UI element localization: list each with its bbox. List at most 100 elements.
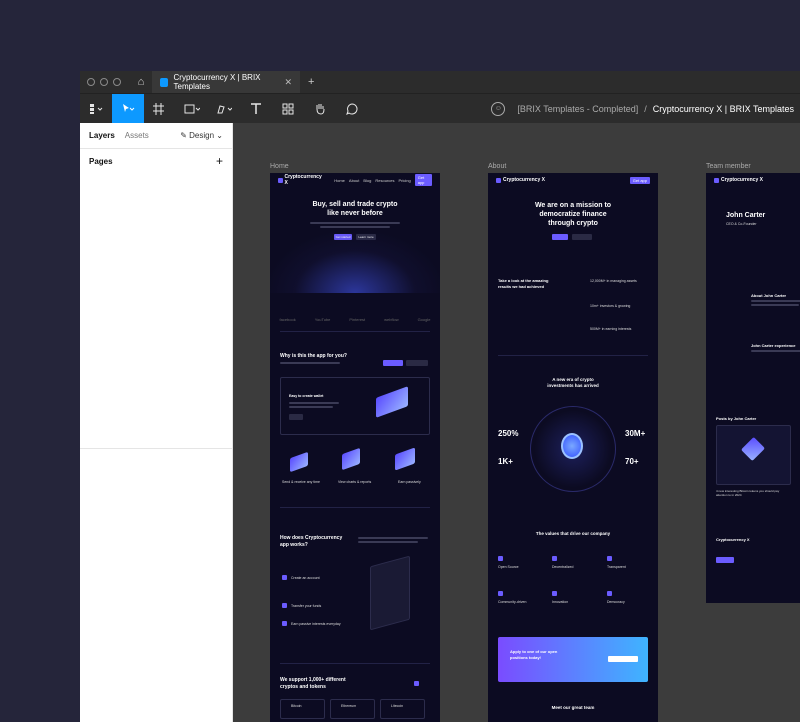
hand-tool-icon[interactable] bbox=[304, 94, 336, 124]
panel-tabs: Layers Assets ✎ Design ⌄ bbox=[80, 123, 232, 149]
coin-card: Litecoin bbox=[380, 699, 425, 719]
cta-button bbox=[608, 656, 638, 662]
about-secondary-button bbox=[572, 234, 592, 240]
frame-label-home[interactable]: Home bbox=[270, 163, 289, 170]
breadcrumb-project[interactable]: [BRIX Templates - Completed] bbox=[517, 104, 638, 114]
coin-card: Bitcoin bbox=[280, 699, 325, 719]
why-secondary-button bbox=[406, 360, 428, 366]
value-label: Transparent bbox=[607, 565, 626, 569]
value-icon bbox=[498, 556, 503, 561]
frame-about[interactable]: Cryptocurrency X Get app We are on a mis… bbox=[488, 173, 658, 722]
ethereum-illustration bbox=[740, 436, 766, 462]
client-logo: Google bbox=[417, 317, 431, 322]
section-divider bbox=[280, 663, 430, 664]
why-primary-button bbox=[383, 360, 403, 366]
feature-label: View charts & reports bbox=[338, 480, 372, 484]
comment-tool-icon[interactable] bbox=[336, 94, 368, 124]
small-stat: 12,000M+ in managing assets bbox=[590, 279, 637, 283]
phone-illustration bbox=[370, 555, 410, 631]
about-logo: Cryptocurrency X bbox=[496, 177, 545, 183]
step-icon bbox=[282, 603, 287, 608]
support-title: We support 1,000+ different cryptos and … bbox=[280, 677, 346, 690]
how-text bbox=[358, 541, 418, 543]
value-label: Community-driven bbox=[498, 600, 527, 604]
chevron-down-icon: ⌄ bbox=[214, 131, 223, 140]
post-image bbox=[716, 425, 791, 485]
pen-tool-icon[interactable] bbox=[208, 94, 240, 124]
big-stat: 250% bbox=[498, 429, 519, 438]
breadcrumb-separator: / bbox=[644, 103, 647, 114]
feature-label: Send & receive any time bbox=[282, 480, 320, 484]
experience-text bbox=[751, 350, 800, 352]
frame-tool-icon[interactable] bbox=[144, 94, 176, 124]
design-label: Design bbox=[189, 131, 215, 140]
about-primary-button bbox=[552, 234, 568, 240]
breadcrumb-file[interactable]: Cryptocurrency X | BRIX Templates bbox=[653, 104, 794, 114]
cta-title: Apply to one of our open positions today… bbox=[510, 649, 558, 660]
feature-illustration bbox=[290, 451, 308, 473]
section-divider bbox=[280, 331, 430, 332]
hero-text-line bbox=[320, 226, 390, 228]
step-icon bbox=[282, 575, 287, 580]
value-icon bbox=[607, 556, 612, 561]
member-role: CEO & Co-Founder bbox=[726, 222, 757, 226]
client-logo: webflow bbox=[384, 317, 399, 322]
home-icon[interactable]: ⌂ bbox=[130, 71, 152, 93]
coin-label: Bitcoin bbox=[291, 704, 302, 708]
value-icon bbox=[552, 591, 557, 596]
wallet-text bbox=[289, 402, 339, 404]
design-dropdown[interactable]: ✎ Design ⌄ bbox=[180, 131, 223, 140]
tab-assets[interactable]: Assets bbox=[125, 131, 149, 140]
close-tab-icon[interactable]: ✕ bbox=[284, 77, 292, 88]
frame-label-about[interactable]: About bbox=[488, 163, 506, 170]
section-divider bbox=[498, 355, 648, 356]
rectangle-tool-icon[interactable] bbox=[176, 94, 208, 124]
layers-panel: Layers Assets ✎ Design ⌄ Pages + bbox=[80, 123, 233, 722]
frame-home[interactable]: Cryptocurrency X Home About Blog Resourc… bbox=[270, 173, 440, 722]
feature-label: Earn passively bbox=[398, 480, 421, 484]
new-tab-button[interactable]: + bbox=[300, 76, 314, 88]
minimize-window-button[interactable] bbox=[100, 78, 108, 86]
file-tab[interactable]: Cryptocurrency X | BRIX Templates ✕ bbox=[152, 71, 300, 93]
value-icon bbox=[552, 556, 557, 561]
big-stat: 30M+ bbox=[625, 429, 646, 438]
values-title: The values that drive our company bbox=[535, 531, 611, 536]
design-icon: ✎ bbox=[180, 131, 190, 140]
coin-label: Litecoin bbox=[391, 704, 404, 708]
client-logos: facebook YouTube Pinterest webflow Googl… bbox=[270, 317, 440, 322]
main-menu-icon[interactable] bbox=[80, 94, 112, 124]
maximize-window-button[interactable] bbox=[113, 78, 121, 86]
home-hero-title: Buy, sell and trade crypto like never be… bbox=[312, 201, 398, 217]
canvas[interactable]: Home About Team member Cryptocurrency X … bbox=[233, 123, 800, 722]
add-page-button[interactable]: + bbox=[216, 154, 223, 168]
user-avatar-icon[interactable]: ☺ bbox=[491, 101, 506, 116]
move-tool-icon[interactable] bbox=[112, 93, 144, 124]
why-text bbox=[280, 362, 340, 364]
frame-team-member[interactable]: Cryptocurrency X John Carter CEO & Co-Fo… bbox=[706, 173, 800, 603]
feature-illustration bbox=[342, 447, 360, 471]
posts-title: Posts by John Carter bbox=[716, 416, 757, 421]
close-window-button[interactable] bbox=[87, 78, 95, 86]
footer-button bbox=[716, 557, 734, 563]
nav-item: Resources bbox=[375, 177, 395, 183]
tab-layers[interactable]: Layers bbox=[89, 131, 115, 140]
wallet-button bbox=[289, 414, 303, 420]
value-label: Decentralized bbox=[552, 565, 574, 569]
frame-label-team[interactable]: Team member bbox=[706, 163, 751, 170]
breadcrumb: ☺ [BRIX Templates - Completed] / Cryptoc… bbox=[491, 101, 800, 116]
step-label: Create an account bbox=[291, 576, 320, 580]
value-icon bbox=[498, 591, 503, 596]
text-tool-icon[interactable] bbox=[240, 94, 272, 124]
coin-graphic bbox=[561, 433, 583, 459]
about-text bbox=[751, 300, 800, 302]
nav-item: Blog bbox=[363, 177, 372, 183]
coin-card: Ethereum bbox=[330, 699, 375, 719]
step-icon bbox=[282, 621, 287, 626]
step-label: Transfer your funds bbox=[291, 604, 322, 608]
about-member-title: About John Carter bbox=[751, 293, 787, 298]
feature-illustration bbox=[395, 447, 415, 471]
client-logo: facebook bbox=[279, 317, 296, 322]
components-tool-icon[interactable] bbox=[272, 94, 304, 124]
wallet-card: Easy to create wallet bbox=[280, 377, 430, 435]
card-illustration bbox=[376, 386, 408, 418]
